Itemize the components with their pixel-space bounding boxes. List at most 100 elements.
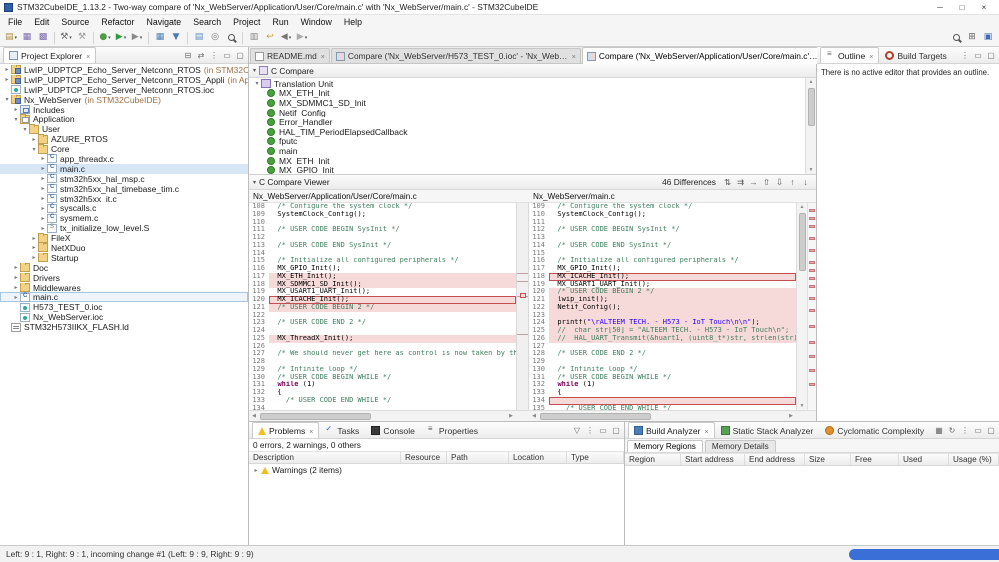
maximize-view-icon[interactable]: ▢ (986, 51, 996, 60)
code-line-right-128[interactable]: 128 /* USER CODE END 2 */ (529, 350, 796, 358)
tree-item-main-c[interactable]: ▸main.c (0, 292, 248, 302)
last-edit-location-icon[interactable]: ↩ (263, 30, 277, 45)
code-line-right-133[interactable]: 133 { (529, 389, 796, 397)
tree-item-tx-initialize-low-level-s[interactable]: ▸tx_initialize_low_level.S (0, 223, 248, 233)
editor-tab-readme-md[interactable]: README.md (250, 48, 330, 63)
diff-overview-mark[interactable] (809, 355, 815, 358)
tree-item-stm32h573iikx-flash-ld[interactable]: STM32H573IIKX_FLASH.ld (0, 322, 248, 332)
view-menu-icon[interactable]: ⋮ (209, 51, 219, 60)
tree-item-syscalls-c[interactable]: ▸syscalls.c (0, 203, 248, 213)
code-line-left-114[interactable]: 114 (249, 250, 516, 258)
left-hscrollbar[interactable]: ◀ ▶ (249, 411, 516, 421)
diff-overview-mark[interactable] (809, 285, 815, 288)
close-view-icon[interactable] (82, 51, 90, 61)
code-scrollbar[interactable]: ▲ ▼ (796, 203, 807, 410)
maximize-view-icon[interactable]: ▢ (235, 51, 245, 60)
external-tools-icon[interactable]: ▶▾ (130, 30, 144, 45)
minimize-view-icon[interactable]: ▭ (973, 426, 983, 435)
diff-overview-mark[interactable] (809, 341, 815, 344)
structure-item-fputc[interactable]: fputc (249, 137, 805, 147)
tree-item-nx-webserver-ioc[interactable]: Nx_WebServer.ioc (0, 312, 248, 322)
close-view-icon[interactable] (700, 426, 708, 436)
menu-project[interactable]: Project (227, 17, 266, 27)
scroll-left-icon[interactable]: ◀ (529, 413, 539, 419)
code-line-left-123[interactable]: 123 /* USER CODE END 2 */ (249, 319, 516, 327)
code-line-left-118[interactable]: 118 MX_SDMMC1_SD_Init(); (249, 281, 516, 289)
tree-item-stm32h5xx-it-c[interactable]: ▸stm32h5xx_it.c (0, 194, 248, 204)
expand-arrow-icon[interactable]: ▸ (30, 254, 38, 261)
code-line-right-109[interactable]: 109 /* Configure the system clock */ (529, 203, 796, 211)
minimize-view-icon[interactable]: ▭ (222, 51, 232, 60)
tree-item-stm32h5xx-hal-timebase-tim-c[interactable]: ▸stm32h5xx_hal_timebase_tim.c (0, 184, 248, 194)
code-line-left-121[interactable]: 121 /* USER CODE BEGIN 2 */ (249, 304, 516, 312)
dropdown-arrow-icon[interactable]: ▾ (108, 35, 111, 41)
code-line-left-112[interactable]: 112 (249, 234, 516, 242)
dropdown-arrow-icon[interactable]: ▾ (69, 35, 72, 41)
subtab-memory-regions[interactable]: Memory Regions (627, 440, 703, 452)
save-report-icon[interactable]: ▦ (934, 426, 944, 435)
diff-overview-mark[interactable] (809, 225, 815, 228)
code-line-right-124[interactable]: 124 printf("\rALTEEM TECH. - H573 - IoT … (529, 319, 796, 327)
expand-arrow-icon[interactable]: ▸ (3, 66, 11, 73)
menu-run[interactable]: Run (266, 17, 294, 27)
structure-scrollbar[interactable]: ▲ ▼ (805, 78, 816, 174)
scroll-right-icon[interactable]: ▶ (506, 413, 516, 419)
scroll-down-icon[interactable]: ▼ (809, 166, 814, 174)
refresh-icon[interactable]: ↻ (947, 426, 957, 435)
diff-overview-mark[interactable] (809, 217, 815, 220)
access-commands-icon[interactable] (949, 30, 963, 45)
code-line-left-113[interactable]: 113 /* USER CODE END SysInit */ (249, 242, 516, 250)
code-line-right-117[interactable]: 117 MX_GPIO_Init(); (529, 265, 796, 273)
structure-item-mx-eth-init[interactable]: MX_ETH_Init (249, 89, 805, 99)
diff-overview-mark[interactable] (809, 269, 815, 272)
tree-item-middlewares[interactable]: ▸Middlewares (0, 283, 248, 293)
diff-overview-mark[interactable] (809, 249, 815, 252)
code-line-left-110[interactable]: 110 (249, 219, 516, 227)
analyzer-tab-static-stack-analyzer[interactable]: Static Stack Analyzer (715, 422, 820, 438)
problems-tab-properties[interactable]: Properties (421, 422, 484, 438)
code-line-right-129[interactable]: 129 (529, 358, 796, 366)
tree-item-lwip-udptcp-echo-server-netconn-rtos[interactable]: ▸LwIP_UDPTCP_Echo_Server_Netconn_RTOS(in… (0, 65, 248, 75)
code-line-right-126[interactable]: 126 // HAL_UART_Transmit(&huart1, (uint8… (529, 335, 796, 343)
tree-item-azure-rtos[interactable]: ▸AZURE_RTOS (0, 134, 248, 144)
new-wizard-icon[interactable]: ▤▾ (4, 30, 18, 45)
code-line-right-119[interactable]: 119 MX_USART1_UART_Init(); (529, 281, 796, 289)
column-header-resource[interactable]: Resource (401, 452, 447, 463)
scroll-right-icon[interactable]: ▶ (786, 413, 796, 419)
save-icon[interactable]: ▦ (20, 30, 34, 45)
tree-item-lwip-udptcp-echo-server-netconn-rtos-ioc[interactable]: LwIP_UDPTCP_Echo_Server_Netconn_RTOS.ioc (0, 85, 248, 95)
code-line-right-121[interactable]: 121 lwip_init(); (529, 296, 796, 304)
new-c-source-icon[interactable]: ▤ (192, 30, 206, 45)
save-all-icon[interactable]: ▩ (36, 30, 50, 45)
diff-overview-mark[interactable] (809, 297, 815, 300)
diff-overview-mark[interactable] (809, 237, 815, 240)
editor-tab-compare-nx-webserv[interactable]: Compare ('Nx_WebServer/H573_TEST_0.ioc' … (331, 48, 581, 63)
code-line-left-129[interactable]: 129 /* Infinite loop */ (249, 366, 516, 374)
tree-item-h573-test-0-ioc[interactable]: H573_TEST_0.ioc (0, 302, 248, 312)
structure-item-error-handler[interactable]: Error_Handler (249, 117, 805, 127)
menu-file[interactable]: File (2, 17, 28, 27)
structure-root[interactable]: ▾Translation Unit (249, 79, 805, 89)
column-header-start-address[interactable]: Start address (681, 454, 745, 465)
view-menu-icon[interactable]: ⋮ (960, 426, 970, 435)
code-line-right-123[interactable]: 123 (529, 312, 796, 320)
tree-item-filex[interactable]: ▸FileX (0, 233, 248, 243)
program-chip-icon[interactable]: ▼ (169, 30, 183, 45)
forward-icon[interactable]: ▶▾ (295, 30, 309, 45)
code-line-right-113[interactable]: 113 (529, 234, 796, 242)
menu-refactor[interactable]: Refactor (95, 17, 140, 27)
tree-item-user[interactable]: ▾User (0, 124, 248, 134)
code-line-left-119[interactable]: 119 MX_USART1_UART_Init(); (249, 288, 516, 296)
problems-tab-console[interactable]: Console (365, 422, 421, 438)
code-line-left-115[interactable]: 115 /* Initialize all configured periphe… (249, 257, 516, 265)
search-toolbar-icon[interactable] (224, 30, 238, 45)
code-line-left-124[interactable]: 124 (249, 327, 516, 335)
expand-arrow-icon[interactable]: ▾ (12, 116, 20, 123)
tree-item-core[interactable]: ▾Core (0, 144, 248, 154)
maximize-view-icon[interactable]: ▢ (611, 426, 621, 435)
diff-overview-mark[interactable] (809, 369, 815, 372)
close-button[interactable]: × (973, 3, 995, 12)
dropdown-arrow-icon[interactable]: ▾ (15, 35, 18, 41)
subtab-memory-details[interactable]: Memory Details (705, 440, 776, 452)
build-all-icon[interactable]: ⚒ (75, 30, 89, 45)
